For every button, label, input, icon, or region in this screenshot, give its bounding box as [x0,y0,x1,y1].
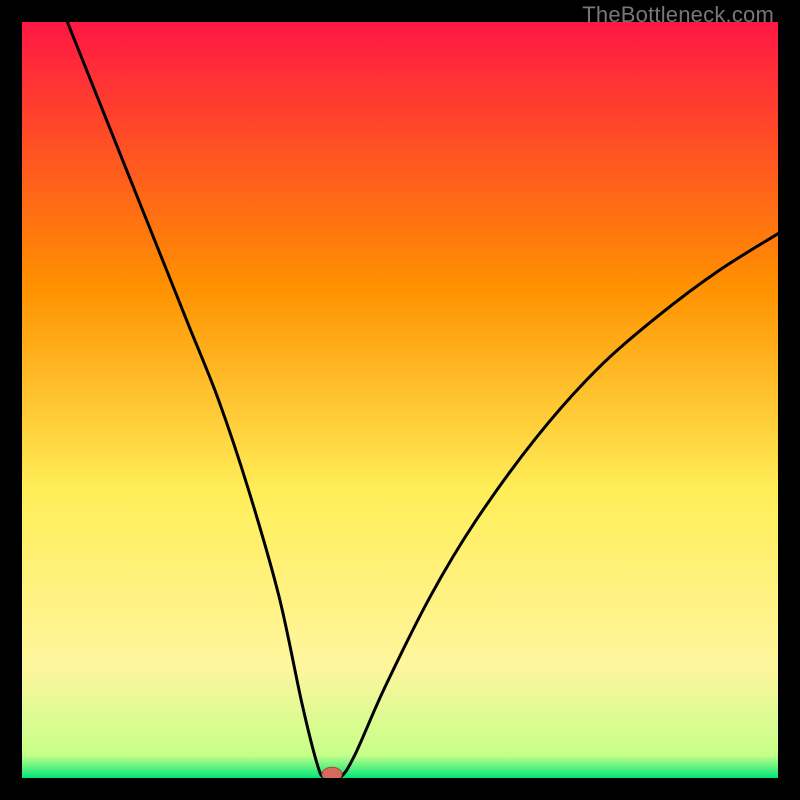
optimal-marker [322,767,342,778]
watermark-text: TheBottleneck.com [582,2,774,28]
bottleneck-chart [22,22,778,778]
chart-frame [22,22,778,778]
gradient-background [22,22,778,778]
